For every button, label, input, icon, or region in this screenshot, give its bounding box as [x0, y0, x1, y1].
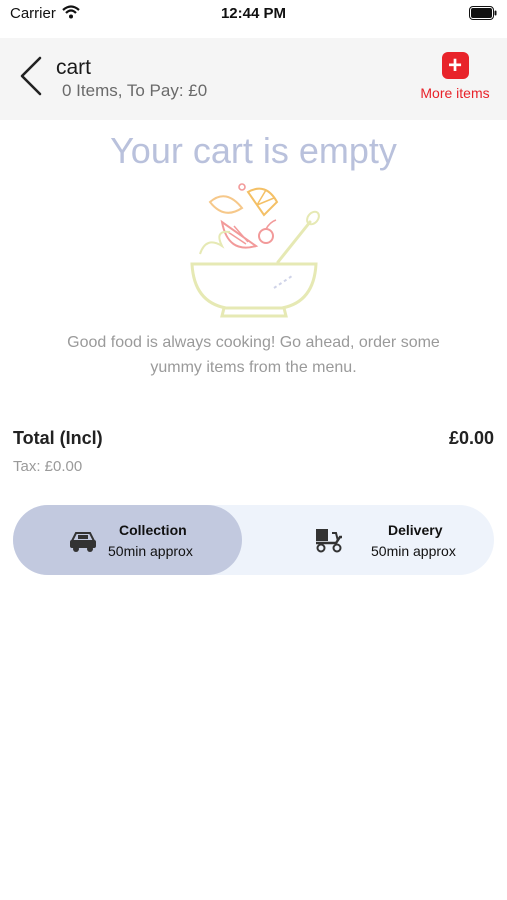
collection-option[interactable]: Collection 50min approx: [13, 505, 242, 575]
total-label: Total (Incl): [13, 428, 103, 448]
delivery-scooter-icon: [316, 529, 342, 553]
order-type-toggle: Collection 50min approx Delivery 50min a…: [13, 505, 494, 575]
delivery-option[interactable]: Delivery 50min approx: [242, 505, 494, 575]
status-bar: Carrier 12:44 PM: [0, 0, 507, 38]
plus-icon: +: [441, 52, 469, 79]
empty-cart-message: Good food is always cooking! Go ahead, o…: [67, 334, 440, 376]
status-time: 12:44 PM: [220, 5, 287, 22]
delivery-label: Delivery: [388, 522, 443, 538]
page-title: cart: [56, 56, 92, 79]
more-items-label: More items: [420, 85, 490, 101]
more-items-button[interactable]: + More items: [415, 52, 495, 108]
total-value: £0.00: [448, 428, 494, 448]
tax-label: Tax: £0.00: [13, 458, 83, 475]
back-button[interactable]: [14, 54, 48, 98]
salad-bowl-icon: [190, 183, 320, 318]
battery-icon: [469, 6, 497, 20]
empty-cart-title: Your cart is empty: [110, 130, 397, 171]
cart-header: cart 0 Items, To Pay: £0 + More items: [0, 38, 507, 120]
delivery-time: 50min approx: [371, 543, 456, 559]
car-icon: [70, 532, 96, 552]
collection-time: 50min approx: [108, 543, 193, 559]
cart-summary: 0 Items, To Pay: £0: [62, 81, 208, 100]
collection-label: Collection: [119, 522, 187, 538]
